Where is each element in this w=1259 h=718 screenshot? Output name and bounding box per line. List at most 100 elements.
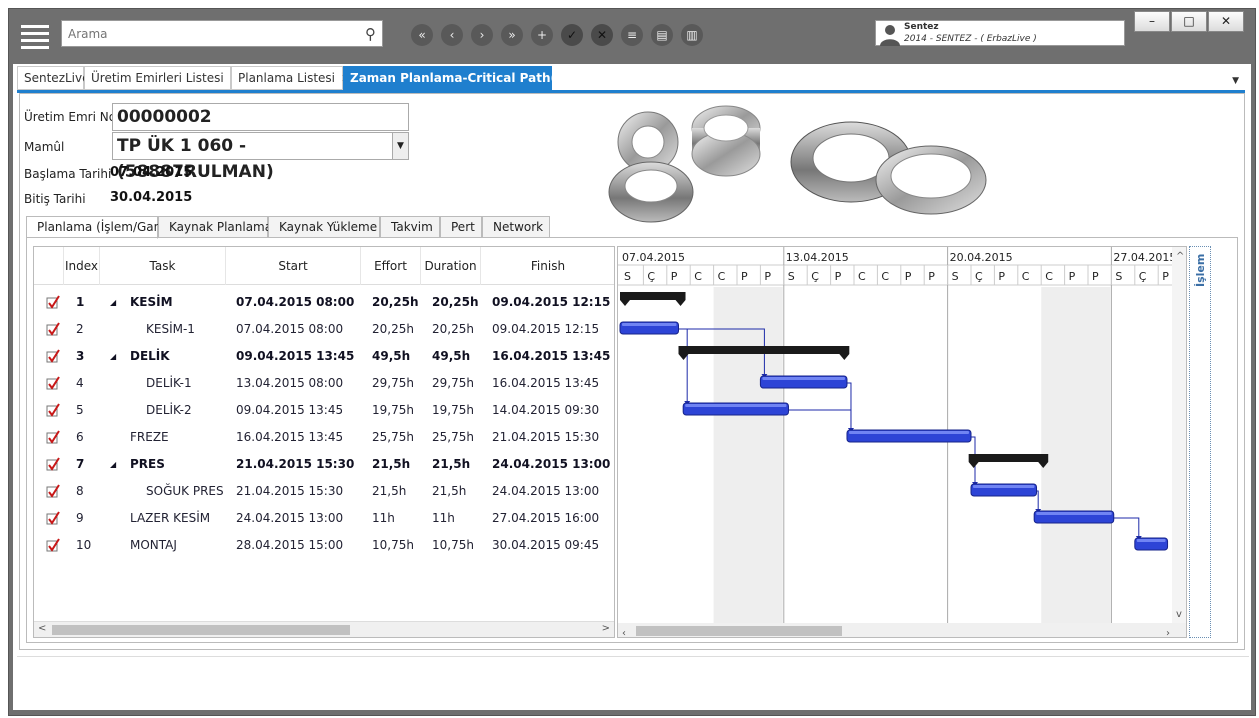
table-row[interactable]: 5 DELİK-2 09.04.2015 13:45 19,75h 19,75h 14.0…: [34, 397, 614, 424]
last-record-icon[interactable]: »: [501, 24, 523, 46]
tab-kaynak-yukleme[interactable]: Kaynak Yükleme: [268, 216, 380, 238]
minimize-button[interactable]: –: [1134, 11, 1170, 32]
gantt-summary-bar[interactable]: [678, 346, 850, 354]
cell-duration: 11h: [432, 511, 455, 525]
task-check-icon[interactable]: [46, 322, 60, 336]
grid-header-start[interactable]: Start: [226, 247, 361, 285]
grid-header-effort[interactable]: Effort: [361, 247, 421, 285]
gantt-day-label: C: [1022, 270, 1030, 283]
order-no-field[interactable]: 00000002: [112, 103, 409, 131]
user-box[interactable]: Sentez 2014 - SENTEZ - ( ErbazLive ): [875, 20, 1125, 46]
task-check-icon[interactable]: [46, 511, 60, 525]
scrollbar-thumb[interactable]: [52, 625, 350, 635]
grid-header-finish[interactable]: Finish: [481, 247, 614, 285]
close-button[interactable]: ✕: [1208, 11, 1244, 32]
print-icon[interactable]: ▤: [651, 24, 673, 46]
planning-panel: Index Task Start Effort Duration Finish …: [26, 237, 1238, 643]
cell-finish: 09.04.2015 12:15: [492, 322, 600, 336]
tab-kaynak-planlama[interactable]: Kaynak Planlama: [158, 216, 272, 238]
maximize-button[interactable]: □: [1171, 11, 1207, 32]
list-icon[interactable]: ≡: [621, 24, 643, 46]
first-record-icon[interactable]: «: [411, 24, 433, 46]
gantt-day-label: S: [1115, 270, 1122, 283]
delete-icon[interactable]: ▥: [681, 24, 703, 46]
tabs-dropdown-icon[interactable]: ▼: [1232, 76, 1239, 86]
grid-header-index[interactable]: Index: [64, 247, 100, 285]
cancel-icon[interactable]: ✕: [591, 24, 613, 46]
close-icon[interactable]: ✕: [585, 72, 594, 85]
gantt-day-label: C: [718, 270, 726, 283]
grid-horizontal-scrollbar[interactable]: < >: [34, 621, 614, 637]
search-icon[interactable]: ⚲: [365, 25, 376, 43]
search-input[interactable]: [62, 21, 352, 46]
menu-icon[interactable]: [21, 21, 49, 49]
scroll-up-icon[interactable]: ^: [1176, 251, 1184, 262]
next-record-icon[interactable]: ›: [471, 24, 493, 46]
task-check-icon[interactable]: [46, 430, 60, 444]
table-row[interactable]: 8 SOĞUK PRES 21.04.2015 15:30 21,5h 21,5h 24.…: [34, 478, 614, 505]
app-window: ⚲ « ‹ › » + ✓ ✕ ≡ ▤ ▥ Sentez 2014 - SENT…: [8, 8, 1256, 716]
gantt-scrollbar-thumb[interactable]: [636, 626, 842, 636]
task-check-icon[interactable]: [46, 349, 60, 363]
gantt-week-label: 07.04.2015: [622, 251, 685, 264]
table-row[interactable]: 10 MONTAJ 28.04.2015 15:00 10,75h 10,75h 30.0…: [34, 532, 614, 559]
tab-label: Zaman Planlama-Critical Path(CP): [350, 71, 580, 85]
gantt-dependency-link: [846, 382, 852, 431]
table-row[interactable]: 3 ◢ DELİK 09.04.2015 13:45 49,5h 49,5h 16.04.2…: [34, 343, 614, 370]
cell-start: 21.04.2015 15:30: [236, 484, 344, 498]
table-row[interactable]: 9 LAZER KESİM 24.04.2015 13:00 11h 11h 27.04.…: [34, 505, 614, 532]
gantt-task-bar-highlight: [685, 404, 787, 407]
task-check-icon[interactable]: [46, 403, 60, 417]
expand-icon[interactable]: ◢: [110, 343, 116, 370]
table-row[interactable]: 1 ◢ KESİM 07.04.2015 08:00 20,25h 20,25h 09.04…: [34, 289, 614, 316]
expand-icon[interactable]: ◢: [110, 451, 116, 478]
scroll-right-icon[interactable]: ›: [1166, 628, 1170, 638]
gantt-summary-cap: [968, 462, 979, 468]
tab-pert[interactable]: Pert: [440, 216, 482, 238]
cell-duration: 21,5h: [432, 457, 471, 471]
scroll-left-icon[interactable]: ‹: [622, 628, 626, 638]
chevron-down-icon[interactable]: ▼: [392, 133, 408, 159]
tab-planlama-listesi[interactable]: Planlama Listesi✕: [231, 66, 350, 90]
gantt-summary-bar[interactable]: [620, 292, 686, 300]
search-box[interactable]: ⚲: [61, 20, 383, 47]
scroll-down-icon[interactable]: v: [1176, 609, 1182, 620]
add-icon[interactable]: +: [531, 24, 553, 46]
task-grid: Index Task Start Effort Duration Finish …: [33, 246, 615, 638]
cell-duration: 21,5h: [432, 484, 467, 498]
expand-icon[interactable]: ◢: [110, 289, 116, 316]
gantt-day-label: C: [694, 270, 702, 283]
gantt-summary-bar[interactable]: [968, 454, 1049, 462]
gantt-side-panel[interactable]: İşlem: [1189, 246, 1211, 638]
confirm-icon[interactable]: ✓: [561, 24, 583, 46]
previous-record-icon[interactable]: ‹: [441, 24, 463, 46]
scroll-left-icon[interactable]: <: [38, 623, 46, 634]
task-check-icon[interactable]: [46, 538, 60, 552]
cell-start: 09.04.2015 13:45: [236, 403, 344, 417]
product-combo[interactable]: TP ÜK 1 060 - (58887RULMAN) ▼: [112, 132, 409, 182]
table-row[interactable]: 2 KESİM-1 07.04.2015 08:00 20,25h 20,25h 09.0…: [34, 316, 614, 343]
gantt-dependency-link: [1113, 517, 1140, 539]
table-row[interactable]: 6 FREZE 16.04.2015 13:45 25,75h 25,75h 21.04.…: [34, 424, 614, 451]
table-row[interactable]: 4 DELİK-1 13.04.2015 08:00 29,75h 29,75h 16.0…: [34, 370, 614, 397]
cell-duration: 10,75h: [432, 538, 474, 552]
cell-effort: 21,5h: [372, 457, 411, 471]
tab-uretim-emirleri[interactable]: Üretim Emirleri Listesi✕: [84, 66, 239, 90]
task-check-icon[interactable]: [46, 376, 60, 390]
grid-header-duration[interactable]: Duration: [421, 247, 481, 285]
scroll-right-icon[interactable]: >: [602, 623, 610, 634]
table-row[interactable]: 7 ◢ PRES 21.04.2015 15:30 21,5h 21,5h 24.04.20…: [34, 451, 614, 478]
tab-sentezlive[interactable]: SentezLive: [17, 66, 90, 90]
task-check-icon[interactable]: [46, 484, 60, 498]
tab-takvim[interactable]: Takvim: [380, 216, 440, 238]
gantt-weekend-band: [1064, 287, 1111, 623]
task-check-icon[interactable]: [46, 457, 60, 471]
cell-task: PRES: [130, 457, 165, 471]
gantt-day-label: P: [1092, 270, 1099, 283]
grid-header-task[interactable]: Task: [100, 247, 226, 285]
gantt-vertical-scrollbar[interactable]: [1172, 247, 1187, 623]
tab-planlama-gant[interactable]: Planlama (İşlem/Gant): [26, 216, 171, 239]
tab-zaman-planlama[interactable]: Zaman Planlama-Critical Path(CP) ✕: [343, 66, 594, 90]
tab-network[interactable]: Network: [482, 216, 550, 238]
task-check-icon[interactable]: [46, 295, 60, 309]
